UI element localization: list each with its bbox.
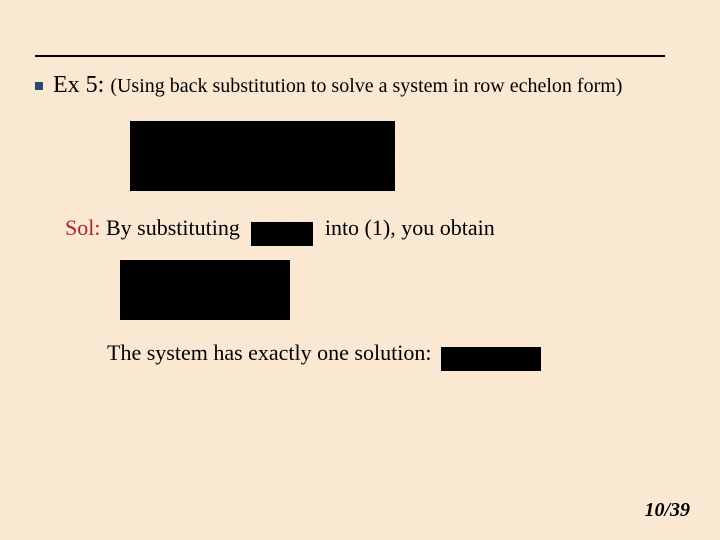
redacted-inline-2: [441, 347, 541, 371]
final-text: The system has exactly one solution:: [107, 340, 431, 365]
redacted-block-1: [130, 121, 395, 191]
example-label: Ex 5:: [53, 72, 104, 99]
solution-label: Sol:: [65, 215, 100, 240]
square-bullet-icon: [35, 82, 43, 90]
final-line: The system has exactly one solution:: [107, 340, 680, 367]
page-number: 10/39: [644, 499, 690, 522]
horizontal-rule: [35, 55, 665, 57]
redacted-inline-1: [251, 222, 313, 246]
example-subtitle: (Using back substitution to solve a syst…: [110, 75, 622, 98]
slide-content: Ex 5: (Using back substitution to solve …: [35, 72, 680, 367]
redacted-block-2: [120, 260, 290, 320]
solution-text-before: By substituting: [106, 215, 240, 240]
example-heading-row: Ex 5: (Using back substitution to solve …: [35, 72, 680, 99]
solution-text-after: into (1), you obtain: [325, 215, 495, 240]
solution-line: Sol: By substituting into (1), you obtai…: [65, 215, 680, 242]
